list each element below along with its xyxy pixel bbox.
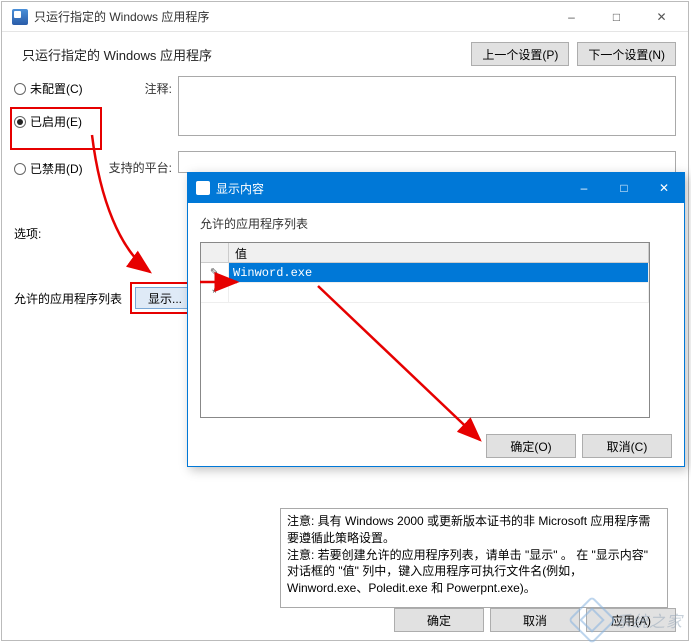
prev-setting-button[interactable]: 上一个设置(P) bbox=[471, 42, 569, 66]
policy-icon bbox=[12, 9, 28, 25]
grid-corner-cell bbox=[201, 243, 229, 262]
highlight-enabled: 已启用(E) bbox=[10, 107, 102, 150]
grid-column-header: 值 bbox=[229, 243, 649, 262]
radio-label: 未配置(C) bbox=[30, 80, 83, 97]
comment-label: 注释: bbox=[106, 80, 172, 97]
close-button[interactable]: ✕ bbox=[639, 2, 684, 32]
watermark-logo-icon bbox=[568, 596, 616, 644]
radio-not-configured[interactable]: 未配置(C) bbox=[14, 80, 96, 97]
dialog-body: 允许的应用程序列表 值 * 确定(O) 取消(C) bbox=[188, 203, 684, 466]
dialog-maximize-button[interactable]: □ bbox=[604, 173, 644, 203]
dialog-close-button[interactable]: ✕ bbox=[644, 173, 684, 203]
value-input[interactable] bbox=[229, 263, 648, 282]
note-line: 注意: 若要创建允许的应用程序列表，请单击 "显示" 。 在 "显示内容" 对话… bbox=[287, 547, 661, 597]
maximize-button[interactable]: □ bbox=[594, 2, 639, 32]
row-marker: * bbox=[201, 283, 229, 302]
value-grid[interactable]: 值 * bbox=[200, 242, 650, 418]
watermark-text: 系统之家 bbox=[615, 608, 683, 632]
labels-col: 注释: 支持的平台: bbox=[106, 76, 172, 191]
table-row[interactable] bbox=[201, 263, 649, 283]
header-row: 只运行指定的 Windows 应用程序 上一个设置(P) 下一个设置(N) bbox=[14, 42, 676, 66]
dialog-icon bbox=[196, 181, 210, 195]
dialog-title: 显示内容 bbox=[216, 180, 564, 197]
row-value-cell[interactable] bbox=[229, 283, 649, 302]
watermark: 系统之家 bbox=[575, 603, 683, 637]
allowed-list-label: 允许的应用程序列表 bbox=[14, 290, 122, 307]
radio-label: 已启用(E) bbox=[30, 113, 82, 130]
dialog-footer: 确定(O) 取消(C) bbox=[486, 434, 672, 458]
radio-label: 已禁用(D) bbox=[30, 160, 83, 177]
platform-box[interactable] bbox=[178, 151, 676, 173]
main-titlebar: 只运行指定的 Windows 应用程序 – □ ✕ bbox=[2, 2, 688, 32]
dialog-titlebar: 显示内容 – □ ✕ bbox=[188, 173, 684, 203]
show-contents-dialog: 显示内容 – □ ✕ 允许的应用程序列表 值 * 确定(O) 取消(C) bbox=[187, 172, 685, 467]
dialog-minimize-button[interactable]: – bbox=[564, 173, 604, 203]
dialog-ok-button[interactable]: 确定(O) bbox=[486, 434, 576, 458]
next-setting-button[interactable]: 下一个设置(N) bbox=[577, 42, 676, 66]
row-value-cell[interactable] bbox=[229, 263, 649, 282]
note-line: 注意: 具有 Windows 2000 或更新版本证书的非 Microsoft … bbox=[287, 513, 661, 547]
minimize-button[interactable]: – bbox=[549, 2, 594, 32]
dialog-cancel-button[interactable]: 取消(C) bbox=[582, 434, 672, 458]
grid-header: 值 bbox=[201, 243, 649, 263]
platform-label: 支持的平台: bbox=[106, 159, 172, 176]
radio-disabled[interactable]: 已禁用(D) bbox=[14, 160, 96, 177]
radio-enabled[interactable]: 已启用(E) bbox=[14, 113, 94, 130]
radio-icon bbox=[14, 83, 26, 95]
page-title: 只运行指定的 Windows 应用程序 bbox=[22, 45, 463, 64]
comment-textarea[interactable] bbox=[178, 76, 676, 136]
cancel-button[interactable]: 取消 bbox=[490, 608, 580, 632]
notes-area[interactable]: 注意: 具有 Windows 2000 或更新版本证书的非 Microsoft … bbox=[280, 508, 668, 608]
table-row[interactable]: * bbox=[201, 283, 649, 303]
radio-icon bbox=[14, 116, 26, 128]
row-marker-pencil-icon bbox=[201, 263, 229, 282]
window-title: 只运行指定的 Windows 应用程序 bbox=[34, 8, 549, 25]
ok-button[interactable]: 确定 bbox=[394, 608, 484, 632]
radio-icon bbox=[14, 163, 26, 175]
radio-group: 未配置(C) 已启用(E) 已禁用(D) bbox=[14, 76, 96, 191]
dialog-list-label: 允许的应用程序列表 bbox=[200, 215, 672, 232]
